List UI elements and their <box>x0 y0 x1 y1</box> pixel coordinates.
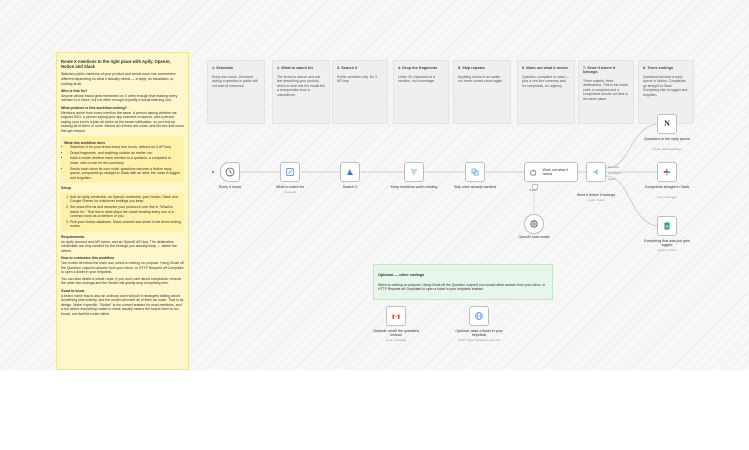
does-item: Drops fragments, and anything outside an… <box>70 151 181 156</box>
notion-icon: N <box>664 119 670 128</box>
search-x-node[interactable] <box>340 162 360 182</box>
send-node-label: Send it where it belongs <box>576 193 616 197</box>
customize-text-2: You can also delete a whole route. If yo… <box>61 276 182 286</box>
gmail-node-label: Optional: email the questions instead <box>372 329 420 338</box>
requirements-text: An Apify account and API token, and an O… <box>61 239 177 253</box>
who-text: Anyone whose brand gets mentioned on X o… <box>61 93 178 103</box>
step-title: 2. What to watch for <box>277 66 314 70</box>
dedupe-node[interactable] <box>465 162 485 182</box>
overview-intro: Watches public mentions of your product … <box>61 72 176 86</box>
search-node-label: Search X <box>342 185 358 189</box>
does-item: Sends each down its own route: questions… <box>70 167 181 181</box>
setup-heading: Setup <box>61 186 71 191</box>
sheets-node-label: Everything that was just gets logged <box>644 239 690 248</box>
step-note-search[interactable]: 3. Search X Public mentions only. No X A… <box>332 60 388 124</box>
noise-port-label: Noise <box>608 177 616 181</box>
step-desc: Every four hours. Someone asking a quest… <box>212 75 258 88</box>
http-node-label: Optional: raise a ticket in your helpdes… <box>455 329 503 338</box>
step-desc: The terms to search and one line describ… <box>277 75 325 97</box>
step-title: 1. Schedule <box>212 66 234 70</box>
question-port-label: Question <box>608 165 620 169</box>
http-request-node[interactable] <box>469 306 489 326</box>
notion-node-label: Questions to the reply queue <box>644 137 690 141</box>
does-item: Searches X for your terms every four hou… <box>70 145 181 150</box>
step-desc: Questions become a reply queue in Notion… <box>643 75 688 97</box>
step-title: 3. Search X <box>337 66 358 70</box>
problem-text: Mentions arrive from every mention the s… <box>61 110 184 133</box>
slack-node[interactable] <box>657 162 677 182</box>
setup-item: Set searchTerms and describe your produc… <box>70 205 181 219</box>
step-note-schedule[interactable]: 1. Schedule Every four hours. Someone as… <box>207 60 265 124</box>
does-section: What this workflow does Searches X for y… <box>61 135 184 184</box>
model-node-label: OpenAI chat model <box>518 235 550 239</box>
sheets-node-sub: append: sheet <box>657 248 677 252</box>
step-desc: Three outputs, three destinations. This … <box>583 79 629 101</box>
dedupe-icon <box>471 168 479 176</box>
overview-title: Route X mentions to the right place with… <box>61 59 171 70</box>
step-title: 8. Three endings <box>643 66 674 70</box>
step-desc: Public mentions only. No X API key. <box>337 75 378 84</box>
pencil-icon <box>286 168 294 176</box>
work-node-label: Work out what it needs <box>542 167 569 176</box>
filter-node[interactable] <box>404 162 424 182</box>
optional-note-title: Optional — other endings <box>378 273 425 277</box>
setup-item: Add an Apify credential, an OpenAI crede… <box>70 195 181 204</box>
customize-text: Two nodes sit below the main row, wired … <box>61 261 184 275</box>
watch-node-label: What to watch for <box>276 185 304 189</box>
notion-node[interactable]: N <box>657 114 677 134</box>
step-title: 5. Skip repeats <box>458 66 485 70</box>
send-node-sub: mode: Rules <box>587 198 605 202</box>
robot-icon <box>530 169 537 175</box>
http-node-sub: POST https://helpdesk.example <box>457 338 501 342</box>
apify-icon <box>347 169 353 175</box>
openai-model-node[interactable] <box>524 214 544 234</box>
step-title: 6. Work out what it needs <box>522 66 568 70</box>
setup-section: Add an Apify credential, an OpenAI crede… <box>61 192 184 233</box>
sheets-node[interactable] <box>657 216 677 236</box>
switch-node[interactable] <box>586 162 606 182</box>
step-note-send[interactable]: 7. Send it where it belongs Three output… <box>578 60 634 124</box>
optional-endings-note[interactable]: Optional — other endings Wired to nothin… <box>373 264 553 300</box>
ai-agent-node[interactable]: Work out what it needs <box>524 162 578 182</box>
step-note-work[interactable]: 6. Work out what it needs Question, comp… <box>517 60 575 124</box>
step-desc: Anything routed in an earlier run never … <box>458 75 504 84</box>
google-sheets-icon <box>664 222 670 230</box>
step-note-skip[interactable]: 5. Skip repeats Anything routed in an ea… <box>453 60 511 124</box>
overview-sticky-note[interactable]: Route X mentions to the right place with… <box>56 52 189 370</box>
setup-item: Pick your Notion database, Slack channel… <box>70 220 181 229</box>
notion-node-sub: create: databasePage <box>652 147 682 151</box>
optional-note-desc: Wired to nothing on purpose. Hang Gmail … <box>378 283 546 292</box>
good-to-know-text: A brand name that is also an ordinary wo… <box>61 293 184 316</box>
schedule-node-label: Every 4 hours <box>218 185 242 189</box>
does-item: Asks a model whether each mention is a q… <box>70 156 181 165</box>
keep-node-label: Keep mentions worth reading <box>390 185 438 189</box>
complaint-port-label: Complaint <box>608 171 621 175</box>
step-title: 4. Drop the fragments <box>398 66 438 70</box>
switch-icon <box>593 169 599 175</box>
clock-icon <box>225 167 235 177</box>
filter-icon <box>411 169 417 175</box>
openai-icon <box>530 220 538 228</box>
schedule-trigger-node[interactable] <box>220 162 240 182</box>
watch-node-sub: (manual) <box>284 190 296 194</box>
slack-icon <box>663 168 671 176</box>
globe-icon <box>475 312 483 320</box>
gmail-node-sub: send: message <box>385 338 407 342</box>
step-desc: Under 30 characters is a mention, not a … <box>398 75 436 84</box>
step-note-watch[interactable]: 2. What to watch for The terms to search… <box>272 60 330 124</box>
step-note-drop[interactable]: 4. Drop the fragments Under 30 character… <box>393 60 449 124</box>
gmail-node[interactable] <box>386 306 406 326</box>
step-desc: Question, complaint or noise — plus a on… <box>522 75 570 88</box>
slack-node-sub: post: message <box>657 195 677 199</box>
gmail-icon <box>392 314 400 319</box>
watch-node[interactable] <box>280 162 300 182</box>
slack-node-label: Complaints straight to Slack <box>644 185 690 189</box>
step-title: 7. Send it where it belongs <box>583 66 616 74</box>
skip-node-label: Skip ones already handled <box>453 185 497 189</box>
model-port-label: Model <box>529 188 537 192</box>
